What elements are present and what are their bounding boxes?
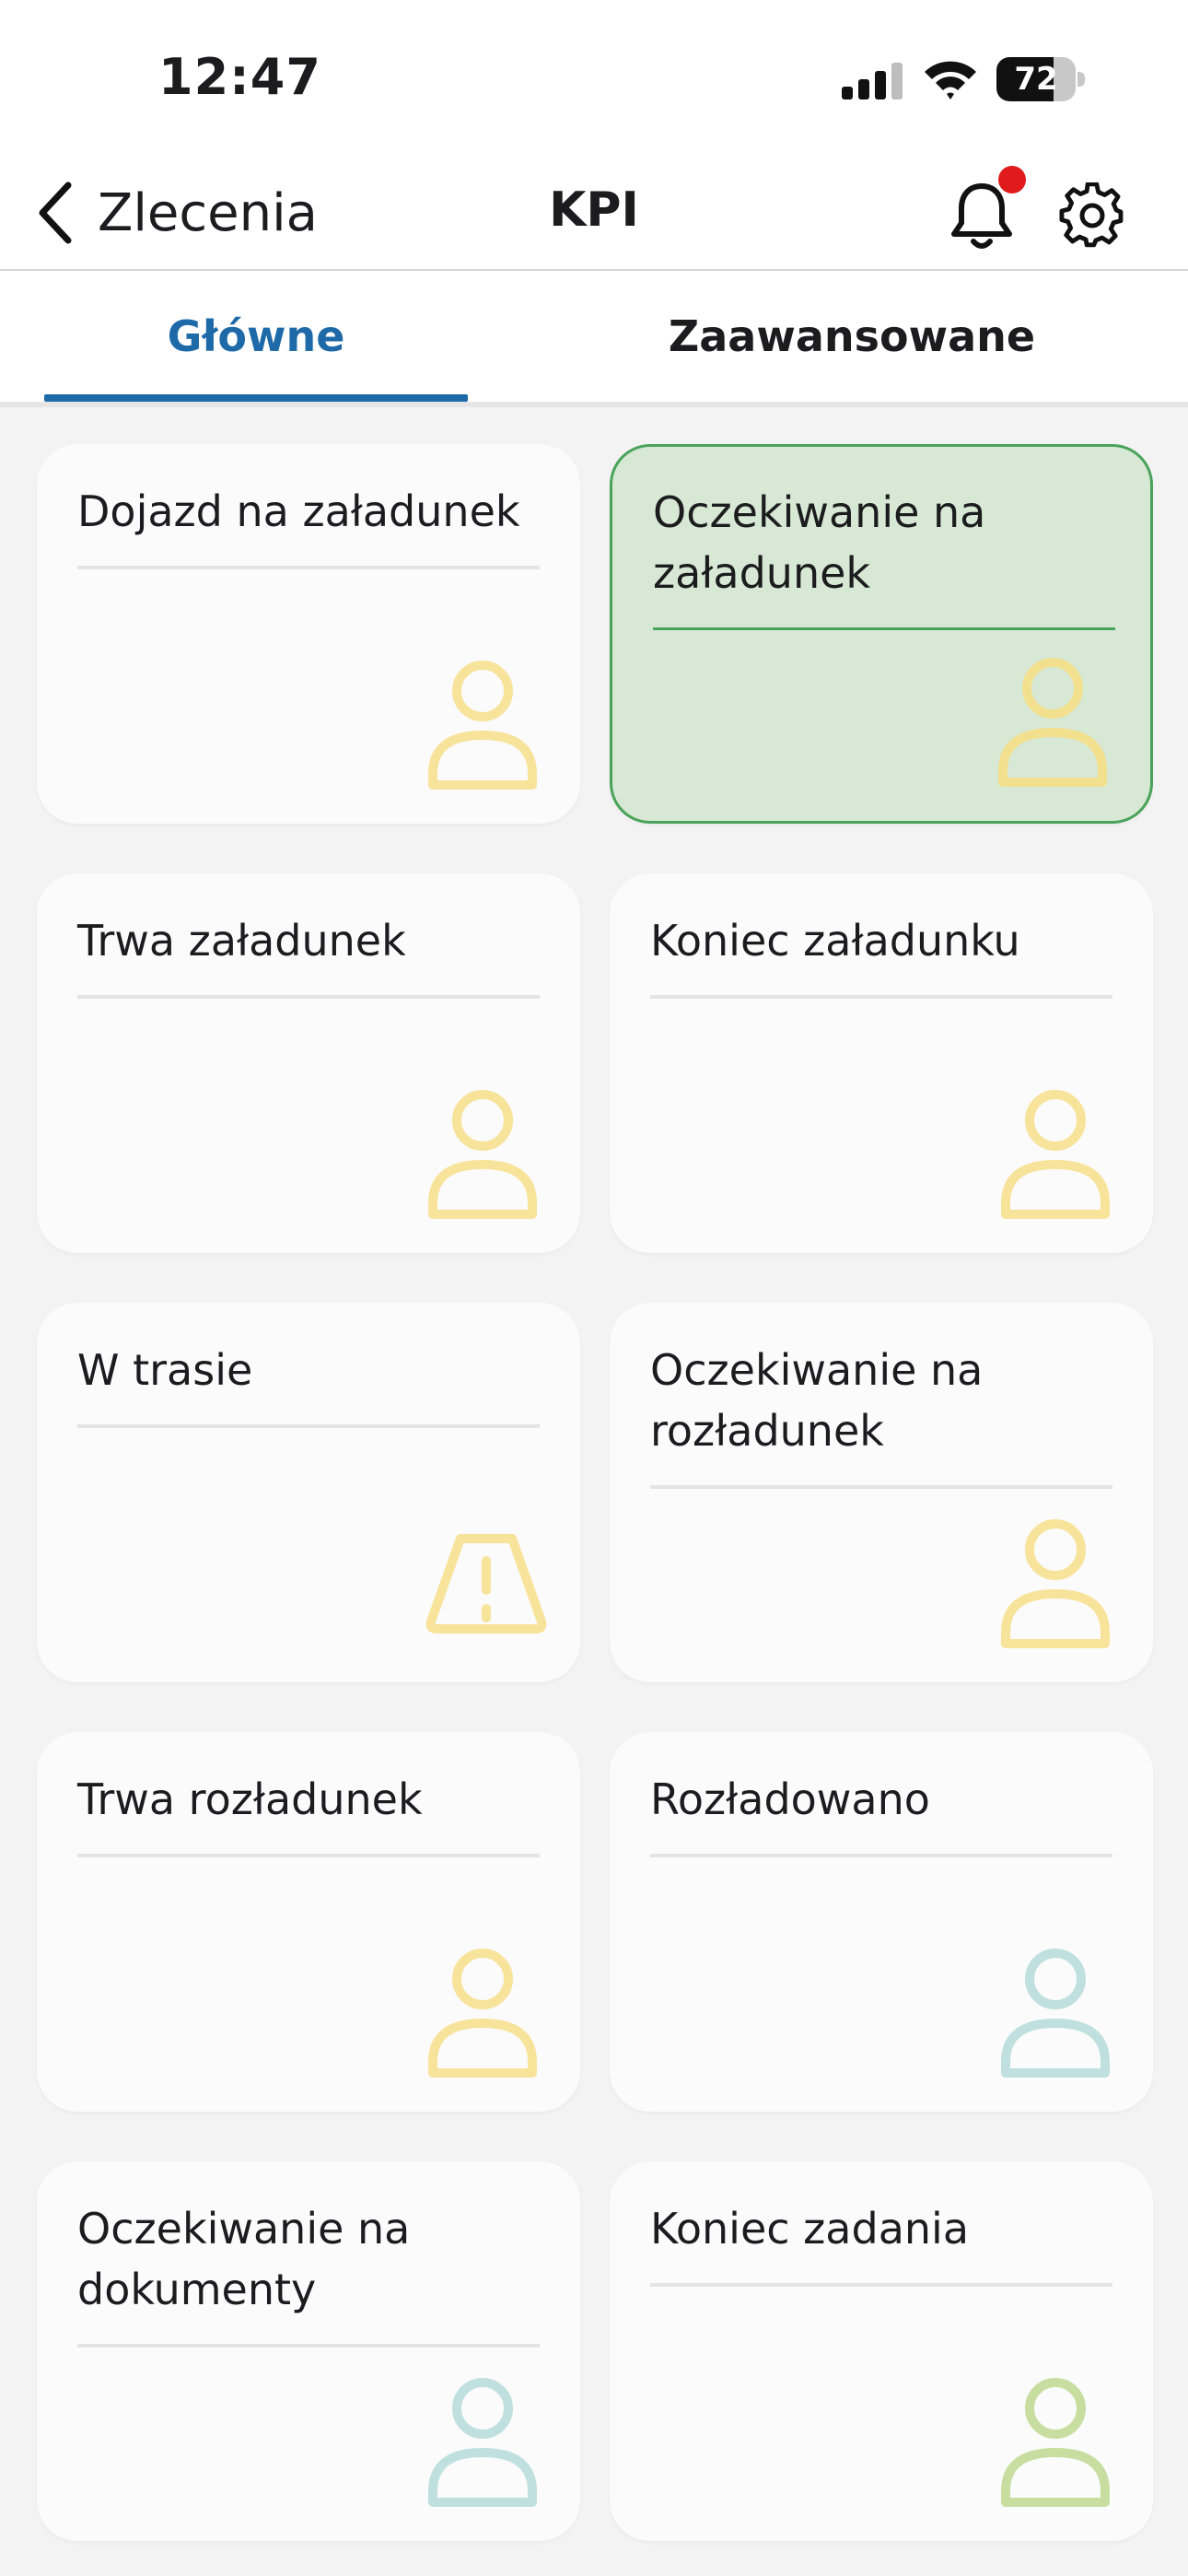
notification-dot <box>998 166 1026 193</box>
kpi-card-title: Koniec załadunku <box>650 916 1020 966</box>
kpi-card-divider <box>77 2344 540 2348</box>
kpi-card[interactable]: Trwa rozładunek <box>37 1732 580 2112</box>
status-bar: 12:47 72 <box>0 0 1188 157</box>
kpi-card-title: Oczekiwanie na załadunek <box>653 487 986 598</box>
cellular-signal-icon <box>842 63 903 100</box>
kpi-card-title: Trwa załadunek <box>77 916 406 966</box>
kpi-card-title: Oczekiwanie na rozładunek <box>650 1345 984 1456</box>
chevron-left-icon <box>39 181 72 244</box>
kpi-card-title: W trasie <box>77 1345 253 1395</box>
kpi-card-divider <box>77 995 540 999</box>
kpi-grid: Dojazd na załadunek Oczekiwanie na załadu… <box>0 407 1188 2576</box>
person-icon <box>998 1948 1112 2080</box>
kpi-card[interactable]: Oczekiwanie na dokumenty <box>37 2161 580 2541</box>
kpi-card-divider <box>650 2283 1112 2287</box>
kpi-card[interactable]: Koniec zadania <box>610 2161 1153 2541</box>
status-time: 12:47 <box>158 48 321 106</box>
back-label: Zlecenia <box>98 182 318 243</box>
navigation-bar: Zlecenia KPI <box>0 157 1188 271</box>
kpi-card[interactable]: Dojazd na załadunek <box>37 444 580 824</box>
kpi-card-title: Dojazd na załadunek <box>77 486 520 536</box>
person-icon <box>996 657 1110 790</box>
kpi-card-divider <box>650 1485 1112 1489</box>
kpi-card-title: Trwa rozładunek <box>77 1774 423 1824</box>
kpi-card-title: Koniec zadania <box>650 2204 970 2254</box>
kpi-card-divider <box>650 1854 1112 1857</box>
kpi-card[interactable]: Koniec załadunku <box>610 873 1153 1253</box>
battery-level: 72 <box>1014 61 1058 98</box>
person-icon <box>998 1518 1112 1651</box>
tab-glowne[interactable]: Główne <box>44 271 468 402</box>
kpi-card-divider <box>77 1854 540 1857</box>
person-icon <box>425 1948 540 2080</box>
person-icon <box>425 2377 540 2510</box>
active-tab-indicator <box>44 394 468 402</box>
person-icon <box>425 660 540 792</box>
gear-icon[interactable] <box>1059 182 1125 249</box>
kpi-card-divider <box>77 566 540 569</box>
kpi-card-divider <box>650 995 1112 999</box>
kpi-card[interactable]: Oczekiwanie na załadunek <box>610 444 1153 824</box>
person-icon <box>425 1089 540 1222</box>
kpi-card[interactable]: W trasie <box>37 1303 580 1682</box>
kpi-card-divider <box>77 1424 540 1428</box>
person-icon <box>998 1089 1112 1222</box>
person-icon <box>998 2377 1112 2510</box>
kpi-card[interactable]: Trwa załadunek <box>37 873 580 1253</box>
kpi-card-title: Rozładowano <box>650 1774 930 1824</box>
kpi-card[interactable]: Rozładowano <box>610 1732 1153 2112</box>
kpi-card-title: Oczekiwanie na dokumenty <box>77 2204 411 2314</box>
battery-icon: 72 <box>996 57 1085 101</box>
road-warning-icon <box>425 1533 547 1634</box>
kpi-card-divider <box>653 627 1115 630</box>
back-button[interactable]: Zlecenia <box>33 173 318 252</box>
wifi-icon <box>925 61 976 100</box>
tab-bar: Główne Zaawansowane <box>0 271 1188 407</box>
tab-zaawansowane[interactable]: Zaawansowane <box>645 271 1059 402</box>
kpi-card[interactable]: Oczekiwanie na rozładunek <box>610 1303 1153 1682</box>
